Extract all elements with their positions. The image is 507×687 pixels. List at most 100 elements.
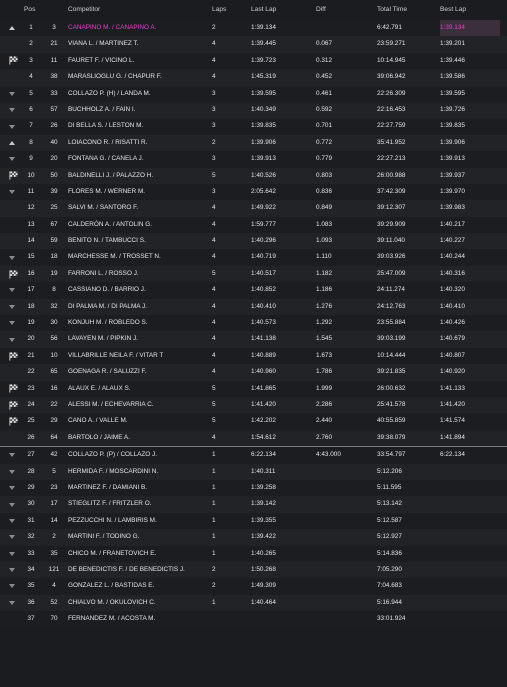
laps-cell: 5: [212, 269, 216, 277]
table-row[interactable]: 16 19 FARRONI L. / ROSSO J. 5 1:40.517 1.182 2…: [0, 265, 507, 283]
table-row[interactable]: 4 38 MARASLIOGLU G. / CHAPUR F. 4 1:45.319 0.…: [0, 69, 507, 86]
table-row[interactable]: 15 18 MARCHESSE M. / TROSSET N. 4 1:40.719 1.…: [0, 249, 507, 266]
best-lap-cell: 1:39.586: [440, 73, 465, 81]
header-total-time[interactable]: Total Time: [377, 0, 437, 20]
header-best-lap[interactable]: Best Lap: [440, 0, 500, 20]
table-row[interactable]: 5 33 COLLAZO P. (H) / LANDA M. 3 1:39.595 0.4…: [0, 85, 507, 102]
table-row[interactable]: 31 14 PEZZUCCHI N. / LAMBIRIS M. 1 1:39.355 5…: [0, 512, 507, 530]
total-time-cell: 22:26.309: [377, 89, 406, 97]
table-row[interactable]: 22 65 GOENAGA R. / SALUZZI F. 4 1:40.960 1.78…: [0, 364, 507, 381]
table-row[interactable]: 6 57 BUCHHOLZ A. / FAIN I. 3 1:40.349 0.592 22…: [0, 101, 507, 119]
competitor-cell: CASSIANO D. / BARRIO J.: [68, 286, 146, 294]
table-row[interactable]: 8 40 LOIACONO R. / RISATTI R. 2 1:39.906 0.77…: [0, 134, 507, 152]
total-time-cell: 39:29.909: [377, 220, 406, 228]
table-row[interactable]: 21 10 VILLABRILLE NEILA F. / VITAR T 4 1:40.…: [0, 347, 507, 365]
table-row[interactable]: 36 52 CHIALVO M. / OKULOVICH C. 1 1:40.464 5:…: [0, 594, 507, 612]
table-row[interactable]: 3 11 FAURET F. / VICINO L. 4 1:39.723 0.312 10…: [0, 52, 507, 70]
table-row[interactable]: 34 121 DE BENEDICTIS F. / DE BENEDICTIS J.…: [0, 561, 507, 579]
car-number-cell: 65: [50, 368, 58, 376]
total-time-cell: 39:06.942: [377, 73, 406, 81]
position-cell: 14: [27, 237, 35, 245]
competitor-cell: MARTINEZ F. / DAMIANI B.: [68, 483, 148, 491]
table-row[interactable]: 23 16 ALAUX E. / ALAUX S. 5 1:41.865 1.999 26:…: [0, 380, 507, 397]
table-row[interactable]: 18 32 DI PALMA M. / DI PALMA J. 4 1:40.410 1.…: [0, 298, 507, 316]
last-lap-cell: 1:42.202: [251, 417, 276, 425]
header-diff[interactable]: Diff: [316, 0, 376, 20]
table-row[interactable]: 1 3 CANAPINO M. / CANAPINO A. 2 1:39.134 6:42…: [0, 20, 507, 37]
table-row[interactable]: 17 8 CASSIANO D. / BARRIO J. 4 1:40.852 1.186…: [0, 282, 507, 299]
diff-cell: 0.836: [316, 187, 332, 195]
position-cell: 21: [27, 351, 35, 359]
position-cell: 3: [29, 56, 33, 64]
car-number-cell: 59: [50, 237, 58, 245]
header-competitor[interactable]: Competitor: [68, 0, 208, 20]
table-row[interactable]: 26 64 BARTOLO / JAIME A. 4 1:54.612 2.760 39:3…: [0, 429, 507, 447]
position-cell: 34: [27, 565, 35, 573]
competitor-cell: BUCHHOLZ A. / FAIN I.: [68, 105, 136, 113]
laps-cell: 4: [212, 319, 216, 327]
table-row[interactable]: 28 5 HERMIDA F. / MOSCARDINI N. 1 1:40.311 5:…: [0, 463, 507, 480]
competitor-cell: COLLAZO P. (H) / LANDA M.: [68, 89, 151, 97]
total-time-cell: 5:12.206: [377, 467, 402, 475]
best-lap-cell: 1:40.320: [440, 286, 465, 294]
laps-cell: 1: [212, 500, 216, 508]
last-lap-cell: 1:41.865: [251, 384, 276, 392]
table-row[interactable]: 19 30 KONJUH M. / ROBLEDO S. 4 1:40.573 1.292…: [0, 315, 507, 332]
car-number-cell: 50: [50, 171, 58, 179]
total-time-cell: 33:01.924: [377, 615, 406, 623]
total-time-cell: 5:12.587: [377, 516, 402, 524]
competitor-cell: MARCHESSE M. / TROSSET N.: [68, 253, 161, 261]
table-row[interactable]: 14 59 BENITO N. / TAMBUCCI S. 4 1:40.296 1.09…: [0, 233, 507, 250]
table-row[interactable]: 32 2 MARTINI F. / TODINO G. 1 1:39.422 5:12.9…: [0, 529, 507, 546]
table-row[interactable]: 25 29 CANO A. / VALLE M. 5 1:42.202 2.440 40:5…: [0, 413, 507, 430]
last-lap-cell: 1:39.134: [251, 24, 276, 31]
position-down-icon: [9, 91, 15, 96]
table-row[interactable]: 11 39 FLORES M. / WERNER M. 3 2:05.642 0.836 3…: [0, 183, 507, 201]
table-row[interactable]: 29 23 MARTINEZ F. / DAMIANI B. 1 1:39.258 5:1…: [0, 479, 507, 497]
table-row[interactable]: 10 50 BALDINELLI J. / PALAZZO H. 5 1:40.526 0…: [0, 167, 507, 184]
header-laps[interactable]: Laps: [212, 0, 240, 20]
laps-cell: 4: [212, 335, 216, 343]
car-number-cell: 38: [50, 73, 58, 81]
laps-cell: 1: [212, 516, 216, 524]
total-time-cell: 25:41.578: [377, 400, 406, 408]
table-row[interactable]: 20 56 LAVAYEN M. / PIPKIN J. 4 1:41.138 1.545…: [0, 331, 507, 348]
table-row[interactable]: 7 26 DI BELLA S. / LESTON M. 3 1:39.835 0.701…: [0, 118, 507, 135]
table-row[interactable]: 24 22 ALESSI M. / ECHEVARRIA C. 5 1:41.420 2.…: [0, 396, 507, 414]
competitor-cell: CHIALVO M. / OKULOVICH C.: [68, 598, 156, 606]
table-row[interactable]: 9 20 FONTANA G. / CANELA J. 3 1:39.913 0.779 2…: [0, 151, 507, 168]
laps-cell: 3: [212, 89, 216, 97]
diff-cell: 1.999: [316, 384, 332, 392]
position-down-icon: [9, 535, 15, 540]
position-down-icon: [9, 518, 15, 523]
laps-cell: 3: [212, 105, 216, 113]
diff-cell: 1.673: [316, 351, 332, 359]
header-last-lap[interactable]: Last Lap: [251, 0, 311, 20]
car-number-cell: 121: [48, 565, 60, 573]
table-row[interactable]: 2 21 VIANA L. / MARTINEZ T. 4 1:39.445 0.067 2…: [0, 36, 507, 53]
table-row[interactable]: 37 70 FERNANDEZ M. / ACOSTA M. 33:01.924: [0, 611, 507, 628]
table-row[interactable]: 33 35 CHICO M. / FRANETOVICH E. 1 1:40.265 5:…: [0, 545, 507, 562]
position-down-icon: [9, 551, 15, 556]
diff-cell: 1.083: [316, 220, 332, 228]
diff-cell: 1.276: [316, 302, 332, 310]
diff-cell: 0.312: [316, 56, 332, 64]
laps-cell: 1: [212, 451, 216, 459]
last-lap-cell: 1:41.420: [251, 400, 276, 408]
competitor-cell: FLORES M. / WERNER M.: [68, 187, 146, 195]
table-row[interactable]: 27 42 COLLAZO P. (P) / COLLAZO J. 1 6:22.134…: [0, 446, 507, 464]
best-lap-cell: 1:39.134: [440, 20, 500, 37]
table-row[interactable]: 30 17 STIEGLITZ F. / FRITZLER O. 1 1:39.142 5…: [0, 496, 507, 513]
total-time-cell: 39:03.199: [377, 335, 406, 343]
car-number-cell: 16: [50, 384, 58, 392]
car-number-cell: 11: [50, 56, 58, 64]
competitor-cell: CALDERÓN A. / ANTOLIN G.: [68, 220, 153, 228]
table-row[interactable]: 12 25 SALVI M. / SANTORO F. 4 1:49.922 0.849 3…: [0, 200, 507, 217]
competitor-cell: LOIACONO R. / RISATTI R.: [68, 138, 148, 146]
best-lap-cell: 1:41.894: [440, 433, 465, 441]
car-number-cell: 42: [50, 451, 58, 459]
competitor-cell: MARTINI F. / TODINO G.: [68, 533, 140, 541]
header-pos[interactable]: Pos: [24, 0, 50, 20]
table-row[interactable]: 13 67 CALDERÓN A. / ANTOLIN G. 4 1:59.777 1.0…: [0, 216, 507, 234]
table-row[interactable]: 35 4 GONZALEZ L. / BASTIDAS E. 2 1:49.309 7:0…: [0, 578, 507, 595]
